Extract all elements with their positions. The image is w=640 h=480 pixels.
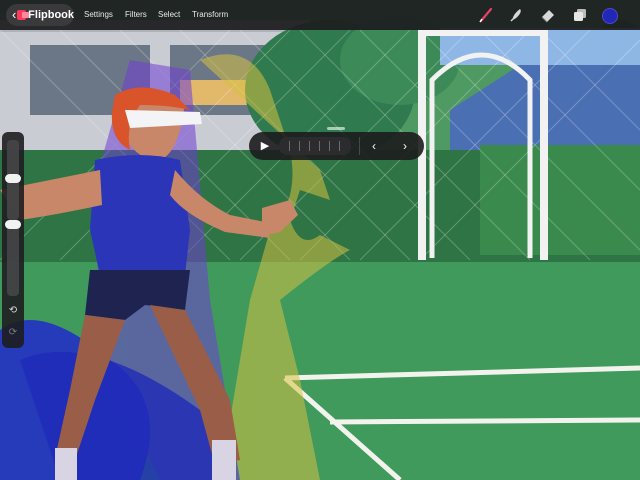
color-picker-swatch[interactable] xyxy=(602,8,618,24)
redo-icon[interactable]: ⟳ xyxy=(5,326,21,340)
playbar-drag-handle[interactable] xyxy=(327,127,345,130)
brush-opacity-slider[interactable] xyxy=(5,220,21,296)
menu-filters[interactable]: Filters xyxy=(125,0,147,30)
divider xyxy=(359,137,360,155)
brush-opacity-knob[interactable] xyxy=(5,220,21,229)
brush-size-knob[interactable] xyxy=(5,174,21,183)
menu-select[interactable]: Select xyxy=(158,0,180,30)
app-name: Flipbook xyxy=(28,9,74,21)
frame-timeline[interactable] xyxy=(279,137,351,155)
brush-sidebar: ⟲ ⟳ xyxy=(2,132,24,348)
brush-size-slider[interactable] xyxy=(5,140,21,220)
flipbook-logo-icon xyxy=(17,9,30,21)
drawing-canvas[interactable] xyxy=(0,0,640,480)
menu-transform[interactable]: Transform xyxy=(192,0,228,30)
undo-icon[interactable]: ⟲ xyxy=(5,304,21,318)
app-home-button[interactable]: ‹ Flipbook xyxy=(6,4,74,26)
top-toolbar: ‹ Flipbook Settings Filters Select Trans… xyxy=(0,0,640,30)
menu-settings[interactable]: Settings xyxy=(84,0,113,30)
prev-frame-chevron-left-icon[interactable]: ‹ xyxy=(363,136,385,156)
layers-icon[interactable] xyxy=(570,5,590,25)
playback-bar: ▶ ‹ › xyxy=(249,132,424,160)
play-icon[interactable]: ▶ xyxy=(255,136,275,156)
smudge-icon[interactable] xyxy=(506,5,526,25)
brush-icon[interactable] xyxy=(476,5,496,25)
next-frame-chevron-right-icon[interactable]: › xyxy=(394,136,416,156)
eraser-icon[interactable] xyxy=(538,5,558,25)
